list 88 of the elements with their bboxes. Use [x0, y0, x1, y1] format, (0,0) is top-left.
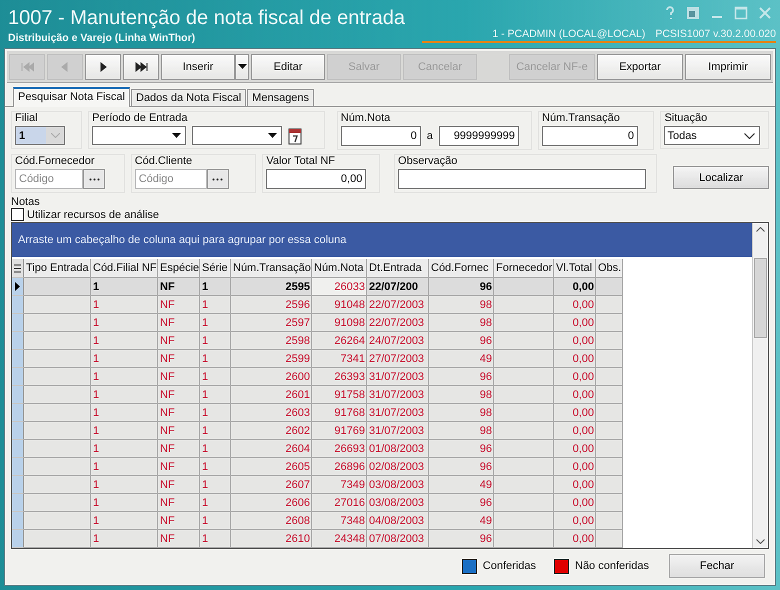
input-field[interactable]: Código [15, 169, 83, 189]
filial-dropdown[interactable]: 1 [15, 126, 65, 145]
date-dropdown[interactable] [192, 126, 282, 145]
field-label: Período de Entrada [92, 112, 188, 124]
close-icon[interactable] [758, 6, 772, 20]
dropdown-button[interactable] [235, 54, 249, 80]
calendar-icon[interactable] [288, 126, 302, 144]
input-field[interactable] [398, 169, 646, 189]
help-icon[interactable] [664, 6, 676, 20]
table-cell [24, 530, 91, 548]
field-label: Núm.Transação [542, 112, 621, 124]
table-cell: 1 [200, 530, 231, 548]
caret-icon [238, 64, 246, 69]
table-cell: 24348 [312, 530, 367, 548]
caret-icon [268, 133, 278, 138]
maximize-icon[interactable] [734, 6, 748, 20]
legend-label: Não conferidas [575, 560, 649, 572]
table-cell: 1 [91, 530, 158, 548]
column-header[interactable]: Fornecedor [494, 259, 554, 278]
row-pointer-icon [15, 282, 20, 291]
scroll-down-icon[interactable] [756, 539, 765, 544]
window-icon[interactable] [686, 6, 700, 20]
window-title: 1007 - Manutenção de nota fiscal de entrada [8, 6, 405, 30]
chevron-icon [50, 133, 60, 138]
field-label: Valor Total NF [266, 155, 336, 167]
field-label: Cód.Cliente [134, 155, 194, 167]
field-label: Filial [15, 112, 39, 124]
search-button[interactable]: Localizar [673, 166, 769, 189]
checkbox-label: Utilizar recursos de análise [27, 208, 160, 220]
table-cell: 26033 [312, 278, 367, 296]
tab[interactable]: Mensagens [247, 89, 314, 106]
field-label: Núm.Nota [340, 112, 392, 124]
column-header[interactable]: Cód.Filial NF [91, 259, 158, 278]
toolbar-button[interactable]: Inserir [161, 54, 235, 80]
legend-label: Conferidas [482, 560, 536, 572]
column-header[interactable]: Vl.Total [554, 259, 596, 278]
toolbar-button[interactable]: Imprimir [685, 54, 771, 80]
input-field[interactable]: 0,00 [266, 169, 366, 189]
input-field[interactable]: 0 [542, 126, 638, 146]
checkbox[interactable] [11, 208, 24, 221]
ellipsis-icon [88, 178, 100, 180]
chevron-icon [744, 132, 756, 138]
situacao-dropdown[interactable]: Todas [664, 126, 760, 145]
first-record-icon [20, 60, 34, 72]
table-cell: 2610 [231, 530, 312, 548]
tab[interactable]: Dados da Nota Fiscal [131, 89, 246, 106]
section-label: Notas [11, 196, 41, 208]
input-field[interactable]: 9999999999 [438, 126, 519, 146]
group-hint: Arraste um cabeçalho de coluna aqui para agrupar por essa coluna [18, 234, 346, 246]
navigation-button[interactable] [123, 54, 159, 80]
field-label: Observação [398, 155, 458, 167]
navigation-button[interactable] [85, 54, 121, 80]
field-label: Situação [664, 112, 708, 124]
column-header[interactable]: Série [200, 259, 231, 278]
column-header[interactable]: Tipo Entrada [24, 259, 91, 278]
field-label: Cód.Fornecedor [15, 155, 96, 167]
table-cell: 96 [429, 530, 494, 548]
column-header[interactable]: Dt.Entrada [367, 259, 429, 278]
column-header[interactable]: Espécie [158, 259, 200, 278]
table-cell: 07/08/2003 [367, 530, 429, 548]
column-header[interactable]: Obs. [596, 259, 623, 278]
toolbar-button[interactable]: Exportar [597, 54, 683, 80]
range-separator: a [426, 130, 433, 142]
scroll-up-icon[interactable] [756, 227, 765, 232]
session-info: 1 - PCADMIN (LOCAL@LOCAL) [492, 28, 646, 41]
close-button[interactable]: Fechar [669, 554, 765, 578]
lookup-button[interactable] [83, 169, 105, 189]
toolbar-button[interactable]: Editar [251, 54, 325, 80]
row-indicator[interactable] [12, 278, 24, 296]
version-label: PCSIS1007 v.30.2.00.020 [655, 28, 776, 41]
column-header[interactable]: Cód.Fornec [429, 259, 494, 278]
input-field[interactable]: 0 [340, 126, 421, 146]
window-subtitle: Distribuição e Varejo (Linha WinThor) [8, 32, 196, 44]
caret-icon [172, 133, 182, 138]
column-header[interactable]: Núm.Nota [312, 259, 367, 278]
column-header[interactable]: Núm.Transação [231, 259, 312, 278]
last-record-icon [134, 60, 148, 72]
table-cell: 0,00 [554, 530, 596, 548]
tab[interactable]: Pesquisar Nota Fiscal [13, 87, 130, 107]
table-cell [596, 530, 623, 548]
column-chooser-icon[interactable] [14, 264, 21, 272]
scroll-thumb[interactable] [754, 258, 767, 338]
table-cell: NF [158, 530, 200, 548]
input-field[interactable]: Código [134, 169, 207, 189]
table-cell [494, 530, 554, 548]
vertical-scrollbar[interactable] [752, 223, 768, 548]
ellipsis-icon [212, 178, 224, 180]
date-dropdown[interactable] [92, 126, 186, 145]
